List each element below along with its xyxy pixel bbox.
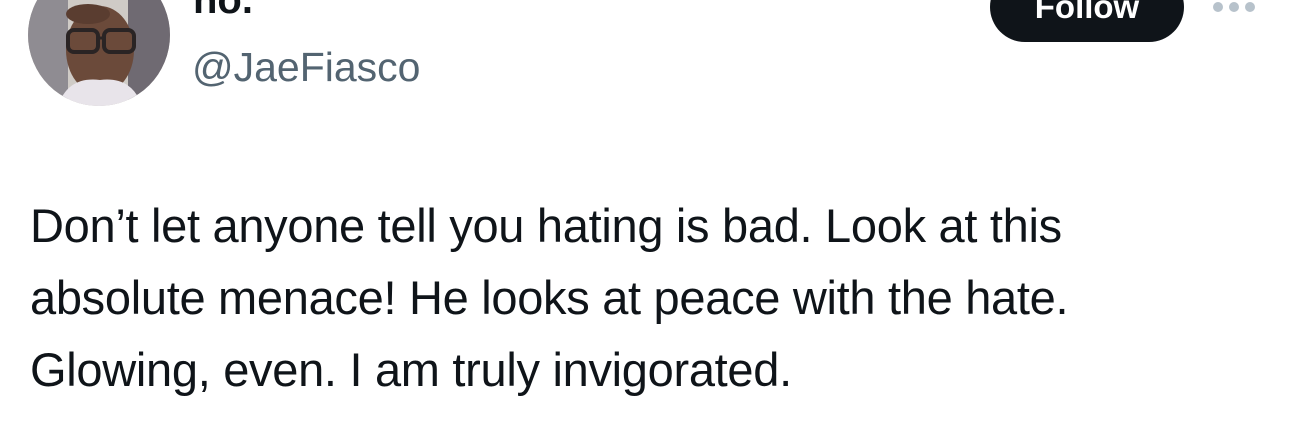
more-dot: [1245, 2, 1255, 12]
more-horizontal-icon[interactable]: [1213, 0, 1263, 14]
more-dot: [1213, 2, 1223, 12]
tweet-text: Don’t let anyone tell you hating is bad.…: [30, 190, 1270, 406]
more-dot: [1229, 2, 1239, 12]
avatar[interactable]: [28, 0, 170, 106]
user-handle[interactable]: @JaeFiasco: [192, 44, 420, 90]
tweet-line: absolute menace! He looks at peace with …: [30, 271, 1069, 324]
tweet-line: Don’t let anyone tell you hating is bad.…: [30, 199, 1062, 252]
tweet-line: Glowing, even. I am truly invigorated.: [30, 343, 792, 396]
follow-button[interactable]: Follow: [990, 0, 1184, 42]
display-name[interactable]: no.: [193, 0, 253, 22]
